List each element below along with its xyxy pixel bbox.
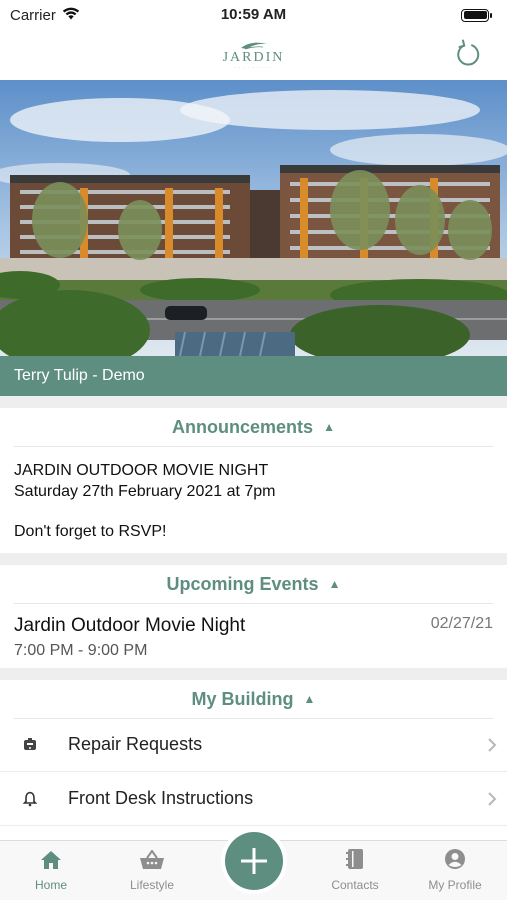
contacts-icon (346, 849, 363, 869)
upcoming-events-title: Upcoming Events (166, 573, 319, 594)
section-separator (0, 396, 507, 408)
carrier-label: Carrier (10, 6, 56, 24)
wifi-icon (62, 7, 80, 24)
tab-contacts[interactable]: Contacts (305, 841, 405, 900)
add-button[interactable] (225, 832, 283, 890)
event-item[interactable]: Jardin Outdoor Movie Night 7:00 PM - 9:0… (0, 605, 507, 667)
tab-home[interactable]: Home (1, 841, 101, 900)
tab-label: My Profile (428, 878, 482, 892)
section-separator (0, 668, 507, 680)
event-date: 02/27/21 (430, 615, 493, 632)
announcements-title: Announcements (172, 416, 314, 437)
refresh-button[interactable] (453, 38, 483, 68)
bell-icon (0, 791, 62, 807)
plus-icon (241, 848, 267, 874)
collapse-arrow-icon: ▲ (323, 420, 335, 434)
event-title: Jardin Outdoor Movie Night (14, 615, 246, 636)
resident-name-banner: Terry Tulip - Demo (0, 356, 507, 396)
app-header: JARDIN · · · · · · · · · (0, 30, 507, 80)
collapse-arrow-icon: ▲ (328, 577, 341, 591)
list-item-label: Front Desk Instructions (68, 788, 254, 808)
my-building-title: My Building (191, 688, 294, 709)
announcement-line: Saturday 27th February 2021 at 7pm (14, 483, 276, 500)
announcement-line: JARDIN OUTDOOR MOVIE NIGHT (14, 462, 269, 479)
list-item-label: Repair Requests (68, 734, 203, 754)
section-separator (0, 553, 507, 565)
tab-label: Lifestyle (129, 878, 175, 892)
divider (14, 446, 493, 447)
logo-text: JARDIN (222, 49, 285, 65)
chevron-right-icon (477, 737, 507, 753)
front-desk-instructions-item[interactable]: Front Desk Instructions (0, 772, 507, 826)
my-building-header[interactable]: My Building ▲ (0, 680, 507, 718)
profile-icon (445, 849, 465, 869)
announcement-line: Don't forget to RSVP! (14, 523, 167, 540)
announcement-line (14, 502, 276, 521)
app-logo: JARDIN · · · · · · · · · (223, 41, 285, 70)
status-bar: Carrier 10:59 AM (0, 0, 507, 30)
refresh-icon (457, 39, 480, 66)
event-time: 7:00 PM - 9:00 PM (14, 642, 148, 659)
logo-subtext: · · · · · · · · · (234, 64, 273, 70)
tab-lifestyle[interactable]: Lifestyle (102, 841, 202, 900)
repair-requests-item[interactable]: Repair Requests (0, 718, 507, 772)
repair-icon (0, 737, 62, 753)
tab-my-profile[interactable]: My Profile (405, 841, 505, 900)
upcoming-events-header[interactable]: Upcoming Events ▲ (0, 565, 507, 603)
chevron-right-icon (477, 791, 507, 807)
battery-icon (461, 8, 492, 22)
tab-label: Home (34, 878, 67, 892)
announcement-body: JARDIN OUTDOOR MOVIE NIGHT Saturday 27th… (14, 460, 276, 542)
hero-building-image (0, 80, 507, 356)
collapse-arrow-icon: ▲ (303, 692, 316, 706)
home-icon (41, 851, 61, 869)
announcements-header[interactable]: Announcements ▲ (0, 408, 507, 446)
leaf-icon (240, 42, 267, 49)
basket-icon (140, 850, 164, 869)
divider (14, 603, 493, 604)
tab-label: Contacts (331, 878, 379, 892)
resident-name: Terry Tulip - Demo (14, 367, 145, 384)
status-left: Carrier (10, 7, 80, 24)
